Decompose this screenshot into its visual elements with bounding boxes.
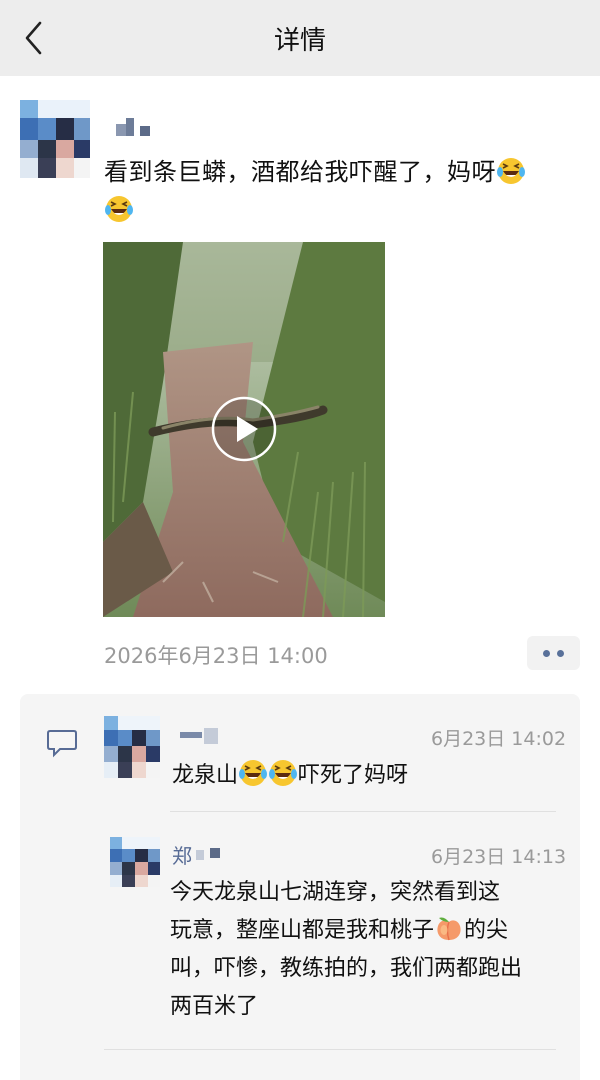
comment-time: 6月23日 14:02 <box>431 728 567 750</box>
comment-line: 叫，吓惨，教练拍的，我们两都跑出 <box>170 956 523 981</box>
dot-icon <box>557 650 564 657</box>
play-icon[interactable] <box>211 396 277 462</box>
laughing-tears-emoji <box>105 196 133 222</box>
comment-text-part: 吓死了妈呀 <box>298 763 409 788</box>
laughing-tears-emoji <box>497 158 525 184</box>
comments-section: 6月23日 14:02 龙泉山 吓死了妈呀 郑 6月23日 14:13 今天龙泉… <box>20 694 580 1080</box>
avatar[interactable] <box>20 100 90 178</box>
comment-time: 6月23日 14:13 <box>431 846 567 868</box>
laughing-tears-emoji <box>239 760 268 786</box>
comment-icon <box>47 730 77 758</box>
video-thumbnail[interactable] <box>103 242 385 617</box>
commenter-name-obscured[interactable] <box>178 728 222 746</box>
peach-emoji <box>437 917 461 941</box>
divider <box>104 1049 556 1050</box>
top-bar: 详情 <box>0 0 600 76</box>
avatar[interactable] <box>104 716 160 778</box>
post-timestamp: 2026年6月23日 14:00 <box>104 644 328 668</box>
more-actions-button[interactable] <box>527 636 580 670</box>
page-title: 详情 <box>273 26 326 56</box>
comment-text-part: 龙泉山 <box>172 763 239 788</box>
dot-icon <box>543 650 550 657</box>
post-text: 看到条巨蟒，酒都给我吓醒了，妈呀 <box>104 153 574 229</box>
comment-line: 玩意，整座山都是我和桃子 <box>170 918 435 943</box>
laughing-tears-emoji <box>269 760 298 786</box>
comment-line: 今天龙泉山七湖连穿，突然看到这 <box>170 880 501 905</box>
poster-name-obscured[interactable] <box>108 118 158 140</box>
comment-text: 龙泉山 吓死了妈呀 <box>172 757 408 795</box>
comment-line: 的尖 <box>464 918 509 943</box>
avatar[interactable] <box>110 837 160 887</box>
comment-author[interactable]: 郑 <box>172 840 192 869</box>
post-text-content: 看到条巨蟒，酒都给我吓醒了，妈呀 <box>104 158 496 186</box>
comment-line: 两百米了 <box>170 994 259 1019</box>
divider <box>170 811 556 812</box>
comment-text: 今天龙泉山七湖连穿，突然看到这 玩意，整座山都是我和桃子 的尖 叫，吓惨，教练拍… <box>170 874 560 1026</box>
commenter-name-obscured[interactable] <box>196 844 224 862</box>
